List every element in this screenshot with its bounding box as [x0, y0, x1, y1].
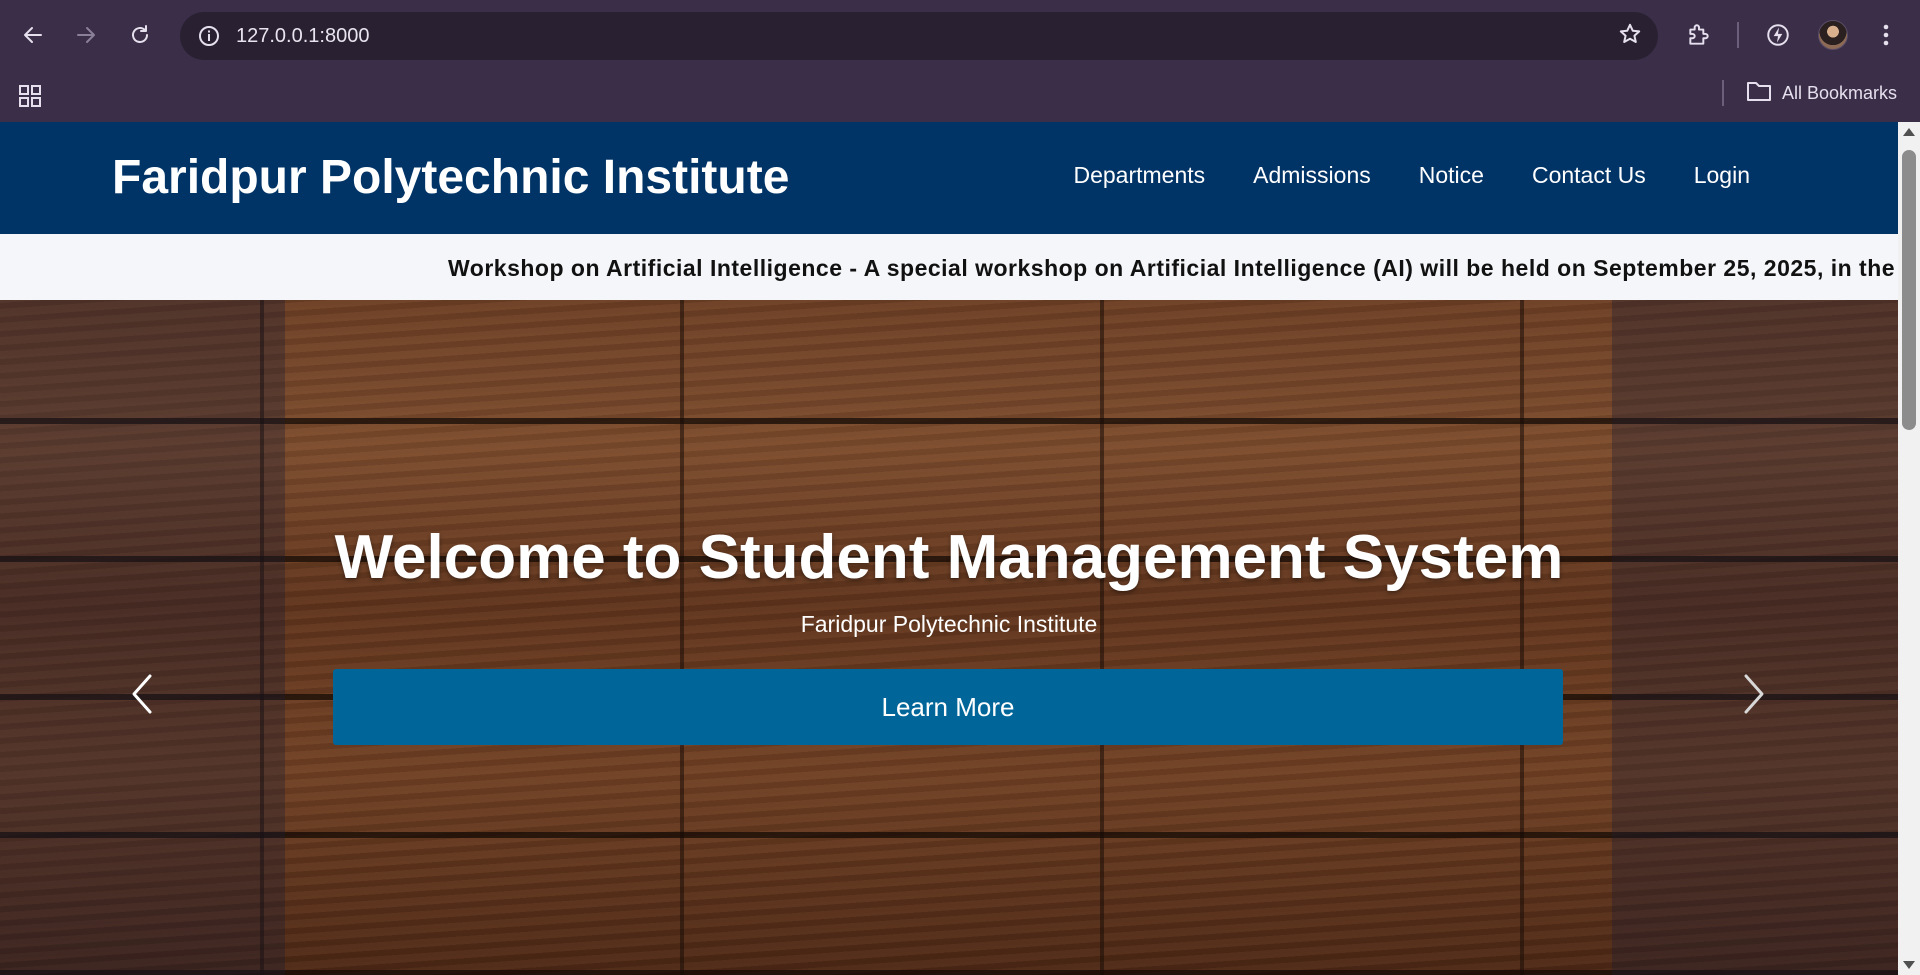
back-arrow-icon[interactable]	[13, 15, 53, 55]
scroll-up-arrow-icon[interactable]	[1903, 128, 1915, 136]
hero-title: Welcome to Student Management System	[334, 523, 1564, 592]
reload-icon[interactable]	[120, 15, 160, 55]
chevron-right-icon[interactable]	[1734, 664, 1774, 724]
info-icon[interactable]	[196, 23, 222, 49]
hero-subtitle: Faridpur Polytechnic Institute	[800, 611, 1098, 637]
nav-admissions[interactable]: Admissions	[1253, 162, 1371, 189]
scrollbar-thumb[interactable]	[1902, 150, 1916, 430]
scroll-down-arrow-icon[interactable]	[1903, 961, 1915, 969]
all-bookmarks-label: All Bookmarks	[1782, 82, 1898, 103]
url-text[interactable]: 127.0.0.1:8000	[236, 25, 369, 48]
address-bar[interactable]: 127.0.0.1:8000	[180, 12, 1658, 60]
nav-login[interactable]: Login	[1694, 162, 1750, 189]
bookmarks-bar: All Bookmarks	[0, 70, 1920, 122]
kebab-menu-icon[interactable]	[1866, 15, 1906, 55]
bookmarks-divider	[1722, 80, 1724, 106]
nav-notice[interactable]: Notice	[1419, 162, 1484, 189]
chevron-left-icon[interactable]	[122, 664, 162, 724]
all-bookmarks-button[interactable]: All Bookmarks	[1746, 78, 1897, 108]
performance-icon[interactable]	[1758, 15, 1798, 55]
browser-toolbar: 127.0.0.1:8000	[0, 0, 1920, 70]
browser-chrome: 127.0.0.1:8000 All Bookmarks	[0, 0, 1920, 122]
forward-arrow-icon[interactable]	[66, 15, 106, 55]
hero-carousel: Welcome to Student Management System Far…	[0, 300, 1898, 975]
site-nav: Departments Admissions Notice Contact Us…	[1073, 162, 1750, 189]
toolbar-divider	[1737, 22, 1739, 48]
puzzle-icon[interactable]	[1679, 15, 1719, 55]
ticker-text[interactable]: Workshop on Artificial Intelligence - A …	[448, 255, 1895, 282]
site-header: Faridpur Polytechnic Institute Departmen…	[0, 122, 1898, 234]
nav-departments[interactable]: Departments	[1073, 162, 1205, 189]
nav-contact-us[interactable]: Contact Us	[1532, 162, 1646, 189]
star-icon[interactable]	[1616, 22, 1644, 50]
folder-icon	[1746, 80, 1772, 107]
apps-grid-icon[interactable]	[16, 82, 44, 110]
page-viewport: Faridpur Polytechnic Institute Departmen…	[0, 122, 1898, 975]
profile-avatar[interactable]	[1818, 20, 1848, 50]
page-scrollbar[interactable]	[1898, 122, 1920, 975]
notice-ticker: Workshop on Artificial Intelligence - A …	[0, 234, 1898, 300]
learn-more-button[interactable]: Learn More	[333, 669, 1563, 745]
site-title[interactable]: Faridpur Polytechnic Institute	[112, 150, 789, 205]
